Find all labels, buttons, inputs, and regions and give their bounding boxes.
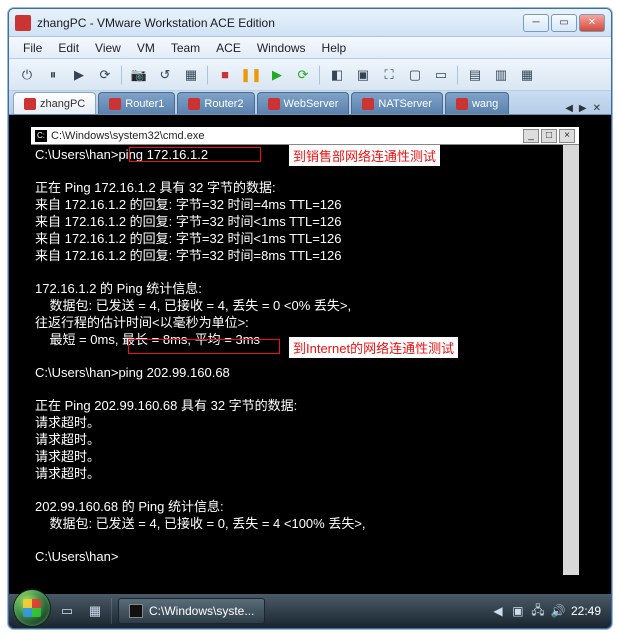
vm-display[interactable]: C: C:\Windows\system32\cmd.exe _ □ × C:\…	[9, 115, 611, 628]
quick-switch-icon[interactable]: ▢	[403, 63, 427, 87]
power-off-icon[interactable]: ⏻	[15, 63, 39, 87]
annotation-label-2: 到Internet的网络连通性测试	[289, 337, 458, 358]
annotation-box-1	[129, 147, 261, 162]
play-team-icon[interactable]: ▶	[265, 63, 289, 87]
menu-team[interactable]: Team	[163, 41, 208, 55]
sidebar-icon[interactable]: ◧	[325, 63, 349, 87]
vmware-tools-icon[interactable]: ▣	[511, 604, 525, 618]
cmd-minimize-button[interactable]: _	[523, 129, 539, 143]
revert-icon[interactable]: ↺	[153, 63, 177, 87]
clock[interactable]: 22:49	[571, 604, 601, 618]
cmd-title: C:\Windows\system32\cmd.exe	[51, 130, 523, 142]
menu-vm[interactable]: VM	[129, 41, 163, 55]
tab-close-icon[interactable]: ✕	[591, 103, 603, 114]
unity-icon[interactable]: ▭	[429, 63, 453, 87]
annotation-label-1: 到销售部网络连通性测试	[289, 145, 440, 166]
separator	[121, 65, 123, 85]
cmd-maximize-button[interactable]: □	[541, 129, 557, 143]
menu-help[interactable]: Help	[314, 41, 355, 55]
stop-team-icon[interactable]: ■	[213, 63, 237, 87]
tray-expand-icon[interactable]: ◀	[491, 604, 505, 618]
loop-icon[interactable]: ⟳	[291, 63, 315, 87]
tab-natserver[interactable]: NATServer	[351, 92, 443, 114]
reset-icon[interactable]: ⟳	[93, 63, 117, 87]
minimize-button[interactable]: ─	[523, 14, 549, 32]
guest-taskbar: ▭ ▦ C:\Windows\syste... ◀ ▣ 🖧 🔊 22:49	[9, 594, 611, 628]
console-view-icon[interactable]: ▦	[515, 63, 539, 87]
vm-icon	[109, 98, 121, 110]
cmd-icon: C:	[35, 130, 47, 142]
cmd-body[interactable]: C:\Users\han>ping 172.16.1.2 正在 Ping 172…	[31, 145, 579, 575]
play-icon[interactable]: ▶	[67, 63, 91, 87]
vm-icon	[362, 98, 374, 110]
quick-launch-show-desktop-icon[interactable]: ▭	[55, 599, 79, 623]
network-icon[interactable]: 🖧	[531, 604, 545, 618]
start-button[interactable]	[13, 589, 51, 627]
separator	[111, 598, 112, 624]
console-icon[interactable]: ▣	[351, 63, 375, 87]
menu-ace[interactable]: ACE	[208, 41, 249, 55]
vm-icon	[24, 98, 36, 110]
system-tray: ◀ ▣ 🖧 🔊 22:49	[491, 604, 607, 618]
fullscreen-icon[interactable]: ⛶	[377, 63, 401, 87]
taskbar-item-label: C:\Windows\syste...	[149, 604, 254, 618]
annotation-box-2	[128, 339, 280, 354]
cmd-close-button[interactable]: ×	[559, 129, 575, 143]
taskbar-item-cmd[interactable]: C:\Windows\syste...	[118, 598, 265, 624]
title-bar[interactable]: zhangPC - VMware Workstation ACE Edition…	[9, 9, 611, 37]
vm-tabs: zhangPC Router1 Router2 WebServer NATSer…	[9, 91, 611, 115]
tab-scroll-left-icon[interactable]: ◀	[563, 103, 575, 114]
close-button[interactable]: ✕	[579, 14, 605, 32]
cmd-icon	[129, 604, 143, 618]
vm-icon	[188, 98, 200, 110]
appliance-view-icon[interactable]: ▥	[489, 63, 513, 87]
toolbar: ⏻ ⏸ ▶ ⟳ 📷 ↺ ▦ ■ ❚❚ ▶ ⟳ ◧ ▣ ⛶ ▢ ▭ ▤ ▥ ▦	[9, 59, 611, 91]
vm-icon	[456, 98, 468, 110]
tab-router1[interactable]: Router1	[98, 92, 175, 114]
cmd-window: C: C:\Windows\system32\cmd.exe _ □ × C:\…	[31, 127, 579, 575]
separator	[207, 65, 209, 85]
pause-team-icon[interactable]: ❚❚	[239, 63, 263, 87]
menu-bar: File Edit View VM Team ACE Windows Help	[9, 37, 611, 59]
cmd-title-bar[interactable]: C: C:\Windows\system32\cmd.exe _ □ ×	[31, 127, 579, 145]
vm-icon	[268, 98, 280, 110]
snapshot-icon[interactable]: 📷	[127, 63, 151, 87]
volume-icon[interactable]: 🔊	[551, 604, 565, 618]
tab-wang[interactable]: wang	[445, 92, 509, 114]
tab-zhangpc[interactable]: zhangPC	[13, 92, 96, 114]
suspend-icon[interactable]: ⏸	[41, 63, 65, 87]
separator	[319, 65, 321, 85]
menu-edit[interactable]: Edit	[50, 41, 87, 55]
tab-webserver[interactable]: WebServer	[257, 92, 350, 114]
menu-windows[interactable]: Windows	[249, 41, 314, 55]
separator	[457, 65, 459, 85]
manage-snapshot-icon[interactable]: ▦	[179, 63, 203, 87]
tab-scroll-right-icon[interactable]: ▶	[577, 103, 589, 114]
window-title: zhangPC - VMware Workstation ACE Edition	[37, 16, 523, 30]
tab-router2[interactable]: Router2	[177, 92, 254, 114]
summary-view-icon[interactable]: ▤	[463, 63, 487, 87]
app-icon	[15, 15, 31, 31]
menu-file[interactable]: File	[15, 41, 50, 55]
maximize-button[interactable]: ▭	[551, 14, 577, 32]
quick-launch-switch-icon[interactable]: ▦	[83, 599, 107, 623]
menu-view[interactable]: View	[87, 41, 129, 55]
vmware-window: zhangPC - VMware Workstation ACE Edition…	[8, 8, 612, 629]
